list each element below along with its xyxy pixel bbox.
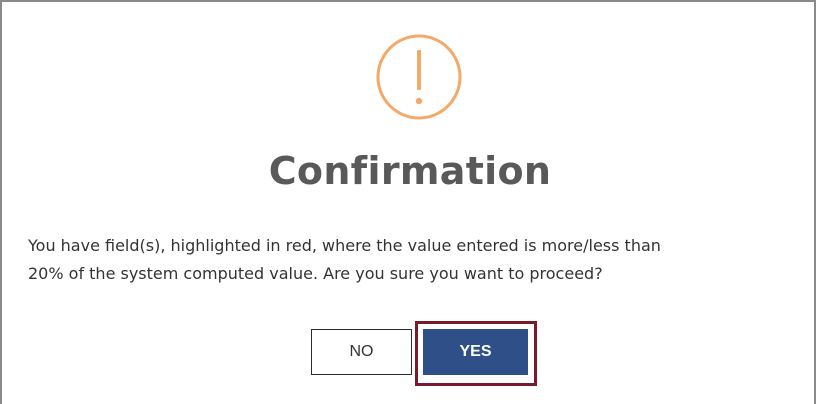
exclamation-circle-icon	[376, 34, 462, 120]
no-button[interactable]: NO	[311, 329, 412, 375]
dialog-message: You have field(s), highlighted in red, w…	[28, 232, 808, 288]
yes-button[interactable]: YES	[423, 329, 528, 375]
dialog-title: Confirmation	[268, 149, 552, 193]
message-line-2: 20% of the system computed value. Are yo…	[28, 264, 603, 283]
confirmation-dialog: Confirmation You have field(s), highligh…	[0, 0, 816, 404]
message-line-1: You have field(s), highlighted in red, w…	[28, 236, 661, 255]
